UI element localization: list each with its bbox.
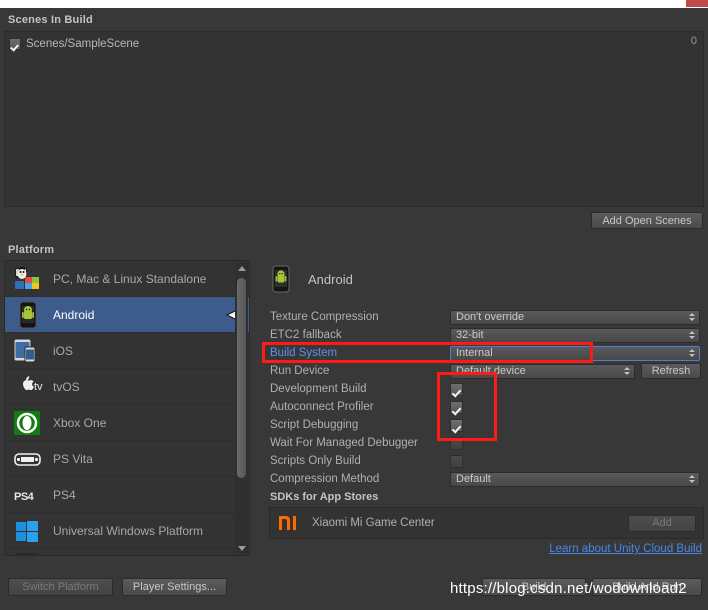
wait-for-managed-debugger-checkbox[interactable] — [450, 436, 463, 450]
field-script-debugging: Script Debugging — [270, 416, 704, 434]
field-compression-method: Compression Method Default — [270, 470, 704, 488]
platform-item-label: PS Vita — [53, 451, 93, 466]
field-label: Scripts Only Build — [270, 455, 361, 467]
dropdown-value: Don't override — [456, 311, 525, 323]
development-build-checkbox[interactable] — [450, 382, 463, 396]
xiaomi-mi-icon — [278, 514, 300, 532]
platform-header: Platform — [8, 244, 55, 256]
dropdown-value: Default — [456, 473, 491, 485]
platform-item-pc-mac-linux-standalone[interactable]: PC, Mac & Linux Standalone — [5, 261, 249, 297]
svg-text:HTML: HTML — [17, 555, 37, 557]
chevron-updown-icon — [689, 349, 695, 357]
platform-item-label: Android — [53, 307, 95, 322]
platform-item-xbox-one[interactable]: Xbox One — [5, 405, 249, 441]
field-run-device: Run Device Default device Refresh — [270, 362, 704, 380]
dropdown-value: 32-bit — [456, 329, 484, 341]
chevron-updown-icon — [624, 367, 630, 375]
sdk-add-button[interactable]: Add — [628, 514, 696, 532]
field-label: Compression Method — [270, 473, 380, 485]
field-label: Texture Compression — [270, 311, 379, 323]
html5-icon: HTML — [13, 552, 43, 557]
scene-list-item[interactable]: Scenes/SampleScene — [5, 35, 703, 52]
scrollbar-thumb[interactable] — [237, 278, 246, 478]
ps4-icon: PS4 — [13, 481, 43, 509]
platform-item-label: Universal Windows Platform — [53, 523, 204, 538]
platform-item-label: PC, Mac & Linux Standalone — [53, 271, 207, 286]
build-settings-window: Scenes In Build Scenes/SampleScene 0 Add… — [0, 0, 708, 610]
field-wait-for-managed-debugger: Wait For Managed Debugger — [270, 434, 704, 452]
ios-icon — [13, 337, 43, 365]
dropdown-value: Internal — [456, 347, 493, 359]
field-etc2-fallback: ETC2 fallback 32-bit — [270, 326, 704, 344]
platform-list-scrollbar[interactable] — [235, 262, 248, 554]
field-label: Development Build — [270, 383, 367, 395]
field-build-system: Build System Internal — [270, 344, 704, 362]
chevron-updown-icon — [689, 313, 695, 321]
svg-text:tv: tv — [34, 381, 43, 393]
psvita-icon — [13, 445, 43, 473]
autoconnect-profiler-checkbox[interactable] — [450, 400, 463, 414]
platform-item-label: PS4 — [53, 487, 76, 502]
windows-icon — [13, 517, 43, 545]
build-system-dropdown[interactable]: Internal — [450, 345, 700, 361]
field-label: Autoconnect Profiler — [270, 401, 374, 413]
android-phone-icon — [270, 265, 292, 293]
field-label: Script Debugging — [270, 419, 359, 431]
scene-path-label: Scenes/SampleScene — [26, 37, 140, 50]
scenes-in-build-list[interactable]: Scenes/SampleScene 0 — [4, 31, 704, 207]
platform-item-label: tvOS — [53, 379, 80, 394]
android-icon — [13, 301, 43, 329]
scene-build-index: 0 — [690, 35, 697, 47]
etc2-fallback-dropdown[interactable]: 32-bit — [450, 327, 700, 343]
svg-text:PS4: PS4 — [14, 491, 35, 503]
field-autoconnect-profiler: Autoconnect Profiler — [270, 398, 704, 416]
xbox-icon — [13, 409, 43, 437]
watermark-url: https://blog.csdn.net/wodownload2 — [450, 580, 687, 597]
selected-platform-name: Android — [308, 271, 353, 287]
player-settings-button[interactable]: Player Settings... — [122, 578, 227, 596]
refresh-devices-button[interactable]: Refresh — [641, 363, 701, 379]
switch-platform-button[interactable]: Switch Platform — [8, 578, 113, 596]
unity-cloud-build-link[interactable]: Learn about Unity Cloud Build — [549, 543, 702, 555]
field-label: ETC2 fallback — [270, 329, 342, 341]
scene-enabled-checkbox[interactable] — [9, 37, 21, 50]
platform-list[interactable]: PC, Mac & Linux Standalone Android iOS t… — [4, 260, 250, 556]
platform-item-ps4[interactable]: PS4 PS4 — [5, 477, 249, 513]
tvos-icon: tv — [13, 373, 43, 401]
close-icon[interactable] — [686, 0, 708, 7]
add-open-scenes-button[interactable]: Add Open Scenes — [591, 212, 703, 229]
scroll-down-icon[interactable] — [235, 542, 248, 554]
field-texture-compression: Texture Compression Don't override — [270, 308, 704, 326]
scripts-only-build-checkbox[interactable] — [450, 454, 463, 468]
dropdown-value: Default device — [456, 365, 526, 377]
field-label: Build System — [270, 347, 338, 359]
scenes-in-build-header: Scenes In Build — [8, 14, 93, 26]
platform-item-android[interactable]: Android — [5, 297, 249, 333]
chevron-updown-icon — [689, 331, 695, 339]
platform-item-label: iOS — [53, 343, 74, 358]
platform-item-universal-windows-platform[interactable]: Universal Windows Platform — [5, 513, 249, 549]
sdk-list-item-xiaomi: Xiaomi Mi Game Center Add — [269, 507, 704, 539]
window-top-strip — [0, 0, 708, 8]
run-device-dropdown[interactable]: Default device — [450, 363, 635, 379]
platform-item-webgl[interactable]: HTML WebGL — [5, 549, 249, 557]
chevron-updown-icon — [689, 475, 695, 483]
platform-item-ps-vita[interactable]: PS Vita — [5, 441, 249, 477]
field-label: Wait For Managed Debugger — [270, 437, 418, 449]
standalone-icon — [13, 265, 43, 293]
texture-compression-dropdown[interactable]: Don't override — [450, 309, 700, 325]
field-scripts-only-build: Scripts Only Build — [270, 452, 704, 470]
sdk-name-label: Xiaomi Mi Game Center — [312, 517, 435, 529]
compression-method-dropdown[interactable]: Default — [450, 471, 700, 487]
platform-item-tvos[interactable]: tv tvOS — [5, 369, 249, 405]
platform-item-label: Xbox One — [53, 415, 107, 430]
script-debugging-checkbox[interactable] — [450, 418, 463, 432]
scroll-up-icon[interactable] — [235, 262, 248, 274]
field-development-build: Development Build — [270, 380, 704, 398]
sdks-for-app-stores-header: SDKs for App Stores — [270, 491, 379, 503]
selected-platform-title-row: Android — [270, 265, 353, 293]
field-label: Run Device — [270, 365, 330, 377]
platform-item-ios[interactable]: iOS — [5, 333, 249, 369]
platform-settings-panel: Android Texture Compression Don't overri… — [262, 260, 704, 556]
